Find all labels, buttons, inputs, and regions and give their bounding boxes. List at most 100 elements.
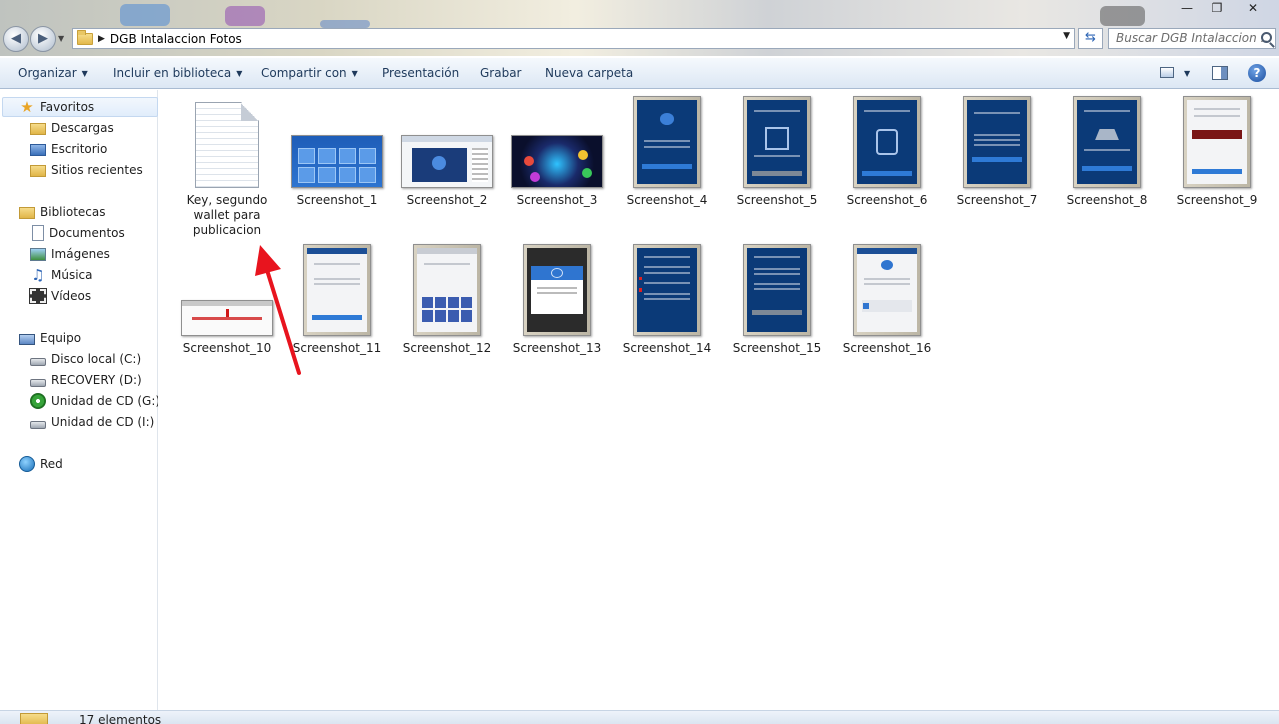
sidebar-item-disco-local[interactable]: Disco local (C:) xyxy=(0,349,158,369)
sidebar-item-cd-i[interactable]: Unidad de CD (I:) xyxy=(0,412,158,432)
sidebar-item-label: Unidad de CD (G:) 20 xyxy=(51,394,158,408)
file-name: Screenshot_2 xyxy=(406,193,488,207)
sidebar-item-label: Bibliotecas xyxy=(40,205,106,219)
search-icon[interactable] xyxy=(1261,32,1272,43)
sidebar-item-favoritos[interactable]: ★ Favoritos xyxy=(2,97,158,117)
file-name: Screenshot_3 xyxy=(516,193,598,207)
navigation-pane: ★ Favoritos Descargas Escritorio Sitios … xyxy=(0,90,158,710)
film-icon xyxy=(29,288,47,304)
image-thumbnail xyxy=(413,244,481,336)
recent-places-icon xyxy=(30,165,46,177)
sidebar-item-documentos[interactable]: Documentos xyxy=(0,223,158,243)
command-bar: Organizar ▼ Incluir en biblioteca ▼ Compar… xyxy=(0,57,1279,89)
chevron-down-icon: ▼ xyxy=(236,69,243,78)
file-name: Screenshot_4 xyxy=(626,193,708,207)
view-options-dropdown[interactable]: ▼ xyxy=(1184,69,1190,78)
organize-label: Organizar xyxy=(18,66,77,80)
file-thumbnail xyxy=(1057,90,1157,188)
documents-icon xyxy=(32,225,44,241)
image-thumbnail xyxy=(633,96,701,188)
refresh-button[interactable]: ⇆ xyxy=(1078,28,1103,49)
pictures-icon xyxy=(30,248,46,261)
file-thumbnail xyxy=(947,90,1047,188)
new-folder-button[interactable]: Nueva carpeta xyxy=(545,66,633,80)
sidebar-item-equipo[interactable]: Equipo xyxy=(0,328,158,348)
sidebar-item-sitios-recientes[interactable]: Sitios recientes xyxy=(0,160,158,180)
image-thumbnail xyxy=(853,244,921,336)
sidebar-item-cd-g[interactable]: Unidad de CD (G:) 20 xyxy=(0,391,158,411)
recent-pages-dropdown[interactable]: ▼ xyxy=(58,34,64,43)
presentation-button[interactable]: Presentación xyxy=(382,66,459,80)
file-thumbnail xyxy=(287,238,387,336)
background-blur xyxy=(320,20,370,28)
file-name: Screenshot_10 xyxy=(182,341,272,355)
change-view-icon[interactable] xyxy=(1160,67,1174,78)
libraries-icon xyxy=(19,207,35,219)
search-placeholder: Buscar DGB Intalaccion ... xyxy=(1116,31,1272,45)
address-bar[interactable]: ▶ DGB Intalaccion Fotos ▼ xyxy=(72,28,1075,49)
chevron-down-icon: ▼ xyxy=(81,69,88,78)
sidebar-item-imagenes[interactable]: Imágenes xyxy=(0,244,158,264)
file-name: Screenshot_15 xyxy=(732,341,822,355)
text-document-icon xyxy=(195,102,259,188)
desktop-icon xyxy=(30,144,46,156)
preview-pane-icon[interactable] xyxy=(1212,66,1228,80)
file-thumbnail xyxy=(617,90,717,188)
breadcrumb-chevron-icon[interactable]: ▶ xyxy=(98,34,105,44)
breadcrumb-current-folder[interactable]: DGB Intalaccion Fotos xyxy=(110,32,242,46)
file-name: Screenshot_7 xyxy=(956,193,1038,207)
minimize-button[interactable]: — xyxy=(1173,0,1201,18)
title-bar: — ❐ ✕ ◀ ▶ ▼ ▶ DGB Intalaccion Fotos ▼ ⇆ … xyxy=(0,0,1279,56)
sidebar-item-recovery[interactable]: RECOVERY (D:) xyxy=(0,370,158,390)
sidebar-item-label: Disco local (C:) xyxy=(51,352,142,366)
background-blur xyxy=(1100,6,1145,26)
sidebar-item-videos[interactable]: Vídeos xyxy=(0,286,158,306)
back-button[interactable]: ◀ xyxy=(3,26,29,52)
forward-button[interactable]: ▶ xyxy=(30,26,56,52)
file-name: Screenshot_13 xyxy=(512,341,602,355)
hard-drive-icon xyxy=(30,378,46,387)
sidebar-item-label: Favoritos xyxy=(40,100,95,114)
image-thumbnail xyxy=(1183,96,1251,188)
item-count: 17 elementos xyxy=(79,713,162,724)
sidebar-item-label: Escritorio xyxy=(51,142,108,156)
file-name: Screenshot_16 xyxy=(842,341,932,355)
sidebar-item-label: Descargas xyxy=(51,121,114,135)
network-icon xyxy=(19,456,35,472)
file-name: Screenshot_1 xyxy=(296,193,378,207)
file-name: Screenshot_9 xyxy=(1176,193,1258,207)
file-name: Key, segundo wallet para publicacion xyxy=(186,193,268,237)
image-thumbnail xyxy=(853,96,921,188)
sidebar-item-label: Sitios recientes xyxy=(51,163,143,177)
sidebar-item-label: Imágenes xyxy=(51,247,110,261)
help-icon[interactable]: ? xyxy=(1248,64,1266,82)
file-thumbnail xyxy=(837,238,937,336)
address-dropdown-icon[interactable]: ▼ xyxy=(1063,31,1070,41)
file-thumbnail xyxy=(507,238,607,336)
image-thumbnail xyxy=(401,135,493,188)
file-thumbnail xyxy=(177,90,277,188)
include-library-menu[interactable]: Incluir en biblioteca ▼ xyxy=(113,66,242,80)
sidebar-item-label: Equipo xyxy=(40,331,82,345)
close-button[interactable]: ✕ xyxy=(1233,0,1273,18)
file-thumbnail xyxy=(397,90,497,188)
file-thumbnail xyxy=(177,238,277,336)
image-thumbnail xyxy=(303,244,371,336)
sidebar-item-bibliotecas[interactable]: Bibliotecas xyxy=(0,202,158,222)
file-name: Screenshot_8 xyxy=(1066,193,1148,207)
file-name: Screenshot_14 xyxy=(622,341,712,355)
search-input[interactable]: Buscar DGB Intalaccion ... xyxy=(1108,28,1276,49)
sidebar-item-descargas[interactable]: Descargas xyxy=(0,118,158,138)
share-with-menu[interactable]: Compartir con ▼ xyxy=(261,66,358,80)
sidebar-item-red[interactable]: Red xyxy=(0,454,158,474)
file-thumbnail xyxy=(507,90,607,188)
maximize-button[interactable]: ❐ xyxy=(1203,0,1231,18)
burn-button[interactable]: Grabar xyxy=(480,66,522,80)
share-with-label: Compartir con xyxy=(261,66,347,80)
file-thumbnail xyxy=(1167,90,1267,188)
computer-icon xyxy=(19,333,35,345)
file-thumbnail xyxy=(727,238,827,336)
organize-menu[interactable]: Organizar ▼ xyxy=(18,66,88,80)
sidebar-item-musica[interactable]: ♫ Música xyxy=(0,265,158,285)
sidebar-item-escritorio[interactable]: Escritorio xyxy=(0,139,158,159)
